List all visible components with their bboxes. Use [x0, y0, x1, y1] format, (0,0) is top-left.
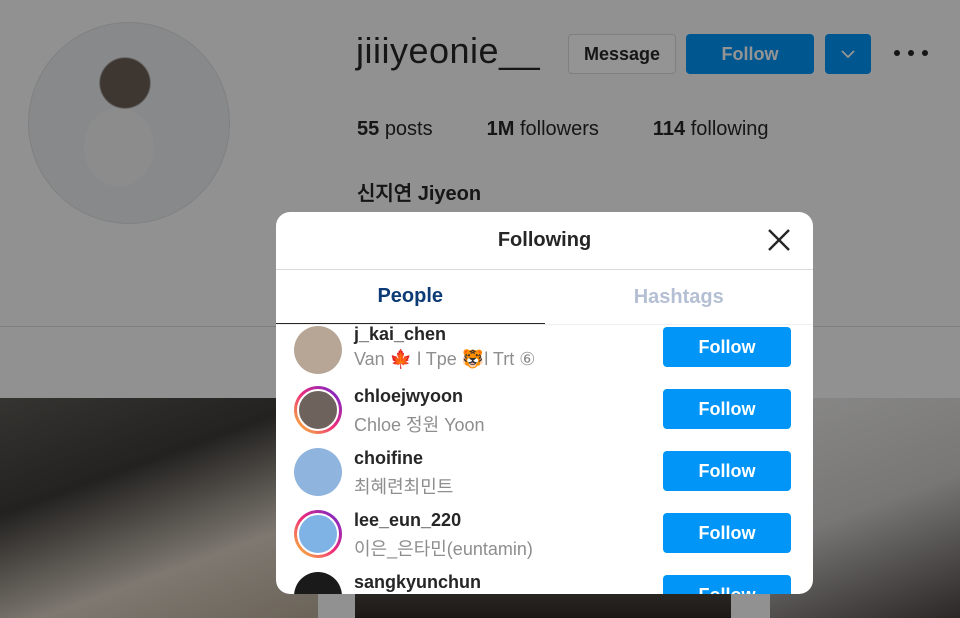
- follow-user-button[interactable]: Follow: [663, 327, 791, 367]
- user-username[interactable]: choifine: [354, 448, 423, 469]
- user-subtitle: 최혜련최민트: [354, 477, 454, 497]
- avatar-image: [297, 389, 339, 431]
- follow-user-button[interactable]: Follow: [663, 389, 791, 429]
- follow-user-button[interactable]: Follow: [663, 513, 791, 553]
- user-subtitle: Van 🍁 l Tpe 🐯l Trt ⑥: [354, 349, 536, 369]
- user-subtitle: Chloe 정원 Yoon: [354, 415, 485, 435]
- user-username[interactable]: lee_eun_220: [354, 510, 461, 531]
- modal-title: Following: [497, 229, 592, 251]
- modal-tabs: People Hashtags: [276, 270, 813, 325]
- user-avatar[interactable]: [294, 386, 342, 434]
- tab-hashtags[interactable]: Hashtags: [545, 270, 814, 324]
- user-avatar[interactable]: [294, 510, 342, 558]
- list-item: choifine 최혜련최민트 Follow: [276, 436, 813, 498]
- user-avatar[interactable]: [294, 326, 342, 374]
- list-item: sangkyunchun Follow: [276, 560, 813, 594]
- user-username[interactable]: chloejwyoon: [354, 386, 463, 407]
- user-avatar[interactable]: [294, 448, 342, 496]
- follow-user-button[interactable]: Follow: [663, 451, 791, 491]
- list-item: chloejwyoon Chloe 정원 Yoon Follow: [276, 374, 813, 436]
- list-item: j_kai_chen Van 🍁 l Tpe 🐯l Trt ⑥ Follow: [276, 325, 813, 374]
- follow-user-button[interactable]: Follow: [663, 575, 791, 594]
- user-username[interactable]: j_kai_chen: [354, 325, 446, 345]
- modal-header: Following: [276, 212, 813, 270]
- user-subtitle: 이은_은타민(euntamin): [354, 539, 533, 559]
- following-modal: Following People Hashtags j_kai_chen Van…: [276, 212, 813, 594]
- tab-people[interactable]: People: [276, 270, 545, 324]
- avatar-image: [297, 513, 339, 555]
- close-icon[interactable]: [765, 226, 793, 254]
- following-list[interactable]: j_kai_chen Van 🍁 l Tpe 🐯l Trt ⑥ Follow c…: [276, 325, 813, 594]
- list-item: lee_eun_220 이은_은타민(euntamin) Follow: [276, 498, 813, 560]
- user-username[interactable]: sangkyunchun: [354, 572, 481, 593]
- user-avatar[interactable]: [294, 572, 342, 594]
